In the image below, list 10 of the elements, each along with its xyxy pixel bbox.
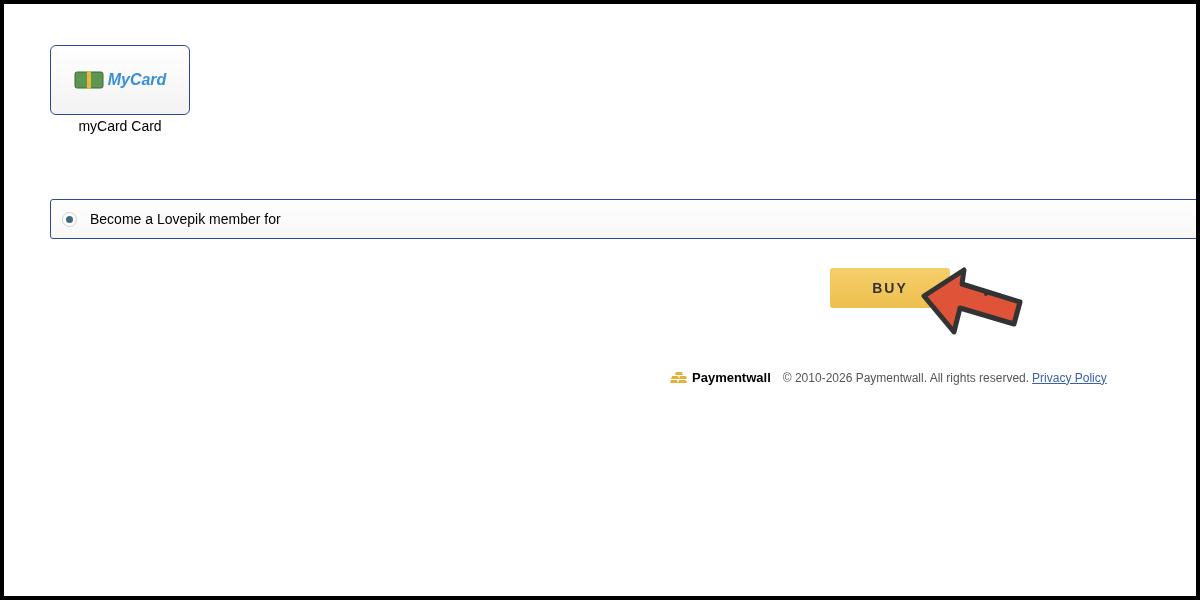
- offer-label: Become a Lovepik member for: [90, 209, 281, 229]
- ingots-icon: [670, 372, 688, 384]
- offer-option[interactable]: Become a Lovepik member for: [50, 199, 1196, 239]
- brand-name: Paymentwall: [692, 369, 771, 387]
- radio-button[interactable]: [62, 211, 77, 227]
- logo-text: MyCard: [107, 70, 167, 90]
- cash-icon: [73, 70, 104, 90]
- privacy-policy-link[interactable]: Privacy Policy: [1032, 368, 1107, 387]
- payment-method-label: myCard Card: [78, 117, 162, 136]
- copyright-text: © 2010-2026 Paymentwall. All rights reserved.: [782, 369, 1030, 387]
